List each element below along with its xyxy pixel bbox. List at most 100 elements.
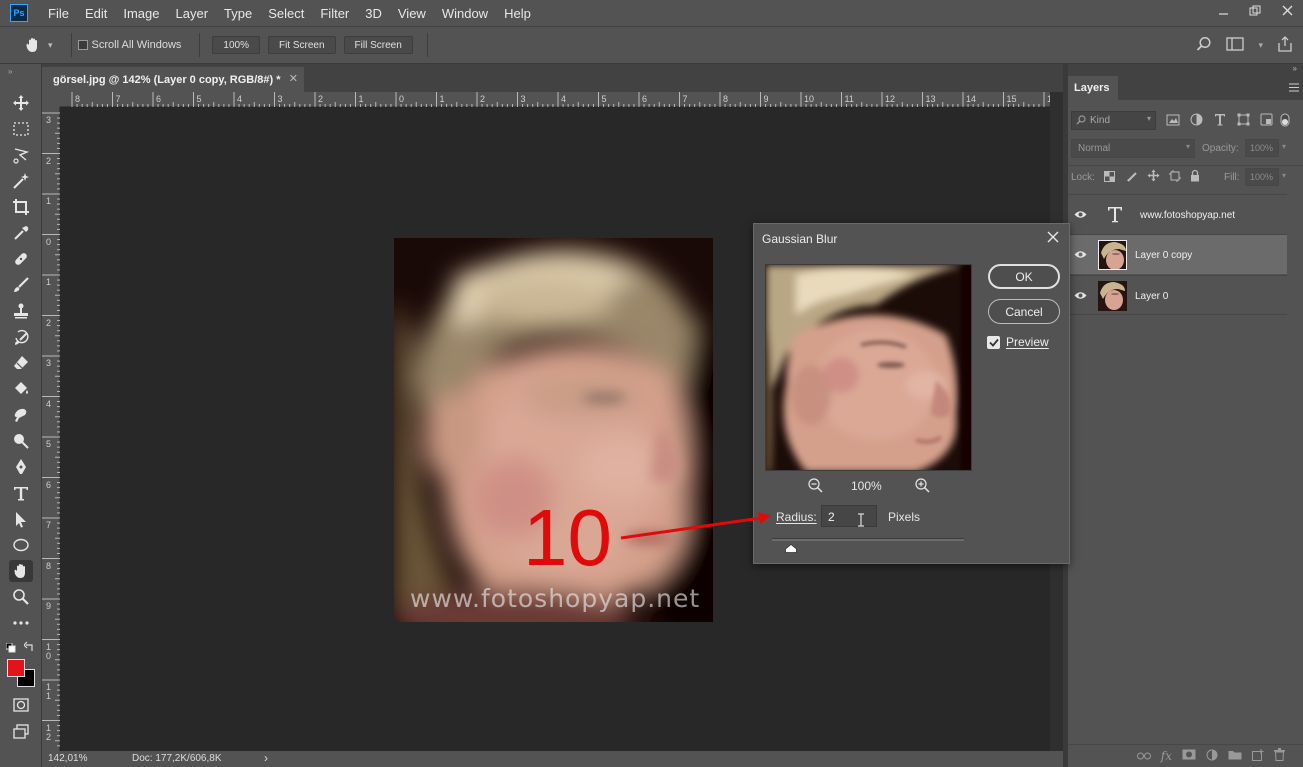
horizontal-ruler[interactable]: 8765432101234567891011121314151 (60, 92, 1052, 107)
eraser-tool-icon[interactable] (9, 352, 33, 374)
kind-filter-select[interactable]: Kind ▾ (1071, 111, 1156, 130)
layer-row-text[interactable]: www.fotoshopyap.net (1068, 194, 1287, 234)
marquee-tool-icon[interactable] (9, 118, 33, 140)
shape-filter-icon[interactable] (1237, 113, 1250, 129)
share-icon[interactable] (1277, 36, 1293, 55)
more-tools-icon[interactable] (9, 612, 33, 634)
close-tab-icon[interactable]: ✕ (289, 72, 298, 85)
fx-icon[interactable]: fx (1161, 749, 1172, 763)
status-menu-arrow[interactable]: › (264, 751, 268, 765)
hand-tool-preset-icon[interactable] (20, 32, 46, 58)
workspace-icon[interactable] (1226, 37, 1245, 54)
lock-all-icon[interactable] (1190, 169, 1200, 185)
lock-artboard-icon[interactable] (1169, 170, 1181, 185)
hand-tool-icon[interactable] (9, 560, 33, 582)
chevron-down-icon[interactable]: ▾ (1282, 171, 1286, 180)
radius-input[interactable]: 2 (821, 505, 877, 527)
close-window-icon[interactable] (1271, 0, 1303, 20)
dodge-tool-icon[interactable] (9, 430, 33, 452)
radius-slider-track[interactable] (772, 538, 964, 541)
layer-row-layer-0[interactable]: Layer 0 (1068, 275, 1287, 315)
blend-mode-select[interactable]: Normal ▾ (1071, 139, 1195, 158)
blur-tool-icon[interactable] (9, 404, 33, 426)
scroll-all-windows-checkbox[interactable] (77, 40, 88, 50)
link-layers-icon[interactable] (1136, 749, 1151, 763)
layers-scrollbar[interactable] (1287, 194, 1303, 316)
type-tool-icon[interactable] (9, 482, 33, 504)
history-brush-tool-icon[interactable] (9, 326, 33, 348)
eye-icon[interactable] (1074, 289, 1087, 303)
menu-help[interactable]: Help (496, 6, 539, 21)
lock-position-icon[interactable] (1147, 169, 1160, 185)
default-colors-icon[interactable] (5, 642, 16, 656)
brush-tool-icon[interactable] (9, 274, 33, 296)
ellipse-tool-icon[interactable] (9, 534, 33, 556)
layer-row-layer-0-copy[interactable]: Layer 0 copy (1068, 234, 1287, 274)
ok-button[interactable]: OK (988, 264, 1060, 289)
status-zoom[interactable]: 142,01% (48, 753, 87, 764)
adjustment-layer-icon[interactable] (1206, 749, 1218, 764)
lasso-tool-icon[interactable] (9, 144, 33, 166)
menu-edit[interactable]: Edit (77, 6, 115, 21)
smart-object-filter-icon[interactable] (1260, 113, 1273, 129)
eye-icon[interactable] (1074, 248, 1087, 262)
menu-view[interactable]: View (390, 6, 434, 21)
magic-wand-tool-icon[interactable] (9, 170, 33, 192)
dialog-preview-image[interactable] (765, 264, 972, 471)
path-selection-tool-icon[interactable] (9, 508, 33, 530)
menu-layer[interactable]: Layer (168, 6, 217, 21)
fill-input[interactable]: 100% (1245, 168, 1279, 186)
menu-type[interactable]: Type (216, 6, 260, 21)
eyedropper-tool-icon[interactable] (9, 222, 33, 244)
chevron-down-icon[interactable]: ▾ (1282, 142, 1286, 151)
pen-tool-icon[interactable] (9, 456, 33, 478)
new-layer-icon[interactable] (1252, 748, 1264, 764)
chevron-down-icon[interactable]: ▾ (48, 40, 53, 51)
zoom-in-icon[interactable] (915, 478, 930, 496)
menu-filter[interactable]: Filter (312, 6, 357, 21)
lock-pixels-icon[interactable] (1126, 170, 1138, 185)
trash-icon[interactable] (1274, 748, 1285, 764)
zoom-out-icon[interactable] (808, 478, 823, 496)
healing-brush-tool-icon[interactable] (9, 248, 33, 270)
preview-checkbox[interactable] (987, 336, 1000, 349)
collapse-icon[interactable]: » (8, 67, 12, 76)
lock-transparency-icon[interactable] (1104, 171, 1115, 185)
vertical-ruler[interactable]: 32101234567891 01 11 2 (42, 107, 60, 751)
panel-menu-icon[interactable] (1289, 81, 1299, 95)
crop-tool-icon[interactable] (9, 196, 33, 218)
menu-select[interactable]: Select (260, 6, 312, 21)
menu-window[interactable]: Window (434, 6, 496, 21)
menu-image[interactable]: Image (115, 6, 167, 21)
close-icon[interactable] (1047, 230, 1059, 247)
adjustment-filter-icon[interactable] (1190, 113, 1203, 129)
restore-icon[interactable] (1239, 0, 1271, 20)
chevron-down-icon[interactable]: ▾ (1258, 40, 1263, 51)
menu-3d[interactable]: 3D (357, 6, 390, 21)
cancel-button[interactable]: Cancel (988, 299, 1060, 324)
preview-label[interactable]: Preview (1006, 335, 1049, 349)
swap-colors-icon[interactable] (23, 641, 35, 655)
paint-bucket-tool-icon[interactable] (9, 378, 33, 400)
fit-screen-button[interactable]: Fit Screen (267, 36, 336, 54)
opacity-input[interactable]: 100% (1245, 139, 1279, 157)
document-tab[interactable]: görsel.jpg @ 142% (Layer 0 copy, RGB/8#)… (42, 67, 304, 92)
eye-icon[interactable] (1074, 208, 1087, 222)
minimize-icon[interactable] (1207, 0, 1239, 20)
radius-slider-thumb[interactable] (785, 542, 797, 556)
quick-mask-icon[interactable] (9, 694, 33, 716)
layers-tab[interactable]: Layers (1068, 76, 1118, 100)
collapse-panel-icon[interactable]: » (1293, 64, 1297, 73)
filter-toggle-icon[interactable] (1280, 113, 1290, 130)
zoom-100-button[interactable]: 100% (212, 36, 260, 54)
add-mask-icon[interactable] (1182, 749, 1196, 763)
stamp-tool-icon[interactable] (9, 300, 33, 322)
zoom-tool-icon[interactable] (9, 586, 33, 608)
pixel-layer-filter-icon[interactable] (1166, 114, 1180, 129)
ruler-origin[interactable] (42, 92, 60, 107)
new-group-icon[interactable] (1228, 749, 1242, 763)
type-filter-icon[interactable] (1214, 113, 1226, 129)
search-icon[interactable] (1196, 36, 1212, 55)
screen-mode-icon[interactable] (9, 720, 33, 742)
fill-screen-button[interactable]: Fill Screen (343, 36, 413, 54)
